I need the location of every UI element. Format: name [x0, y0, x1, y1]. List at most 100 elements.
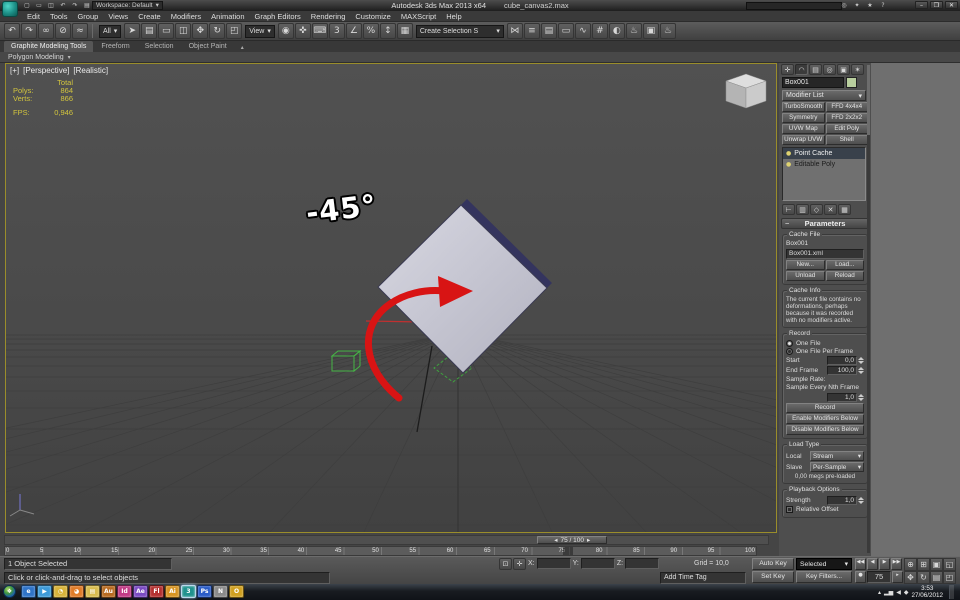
close-button[interactable]: ✕	[945, 1, 958, 9]
set-key-button[interactable]: Set Key	[752, 571, 794, 583]
menu-item[interactable]: Tools	[45, 11, 73, 22]
align-icon[interactable]: ≡	[523, 23, 540, 39]
orbit-icon[interactable]: ↻	[917, 571, 930, 584]
render-production-icon[interactable]: ♨	[659, 23, 676, 39]
tray-expand-icon[interactable]: ▴	[878, 589, 881, 596]
bind-to-space-warp-icon[interactable]: ≈	[72, 23, 88, 39]
local-dropdown[interactable]: Stream ▾	[810, 451, 864, 461]
taskbar-illustrator-icon[interactable]: Ai	[165, 585, 180, 598]
display-tab-icon[interactable]: ▣	[837, 64, 850, 75]
y-coordinate-field[interactable]	[580, 558, 615, 569]
named-selection-sets-dropdown[interactable]: Create Selection S ▾	[415, 24, 504, 38]
zoom-region-icon[interactable]: ◱	[943, 558, 956, 571]
window-crossing-icon[interactable]: ◫	[175, 23, 192, 39]
menu-item[interactable]: Customize	[350, 11, 395, 22]
go-to-end-icon[interactable]: ▶▶	[891, 558, 902, 570]
minimize-button[interactable]: –	[915, 1, 928, 9]
rectangular-selection-region-icon[interactable]: ▭	[158, 23, 175, 39]
search-icon[interactable]: ◎	[839, 1, 849, 10]
absolute-mode-toggle-icon[interactable]: ✛	[513, 558, 526, 570]
redo-icon[interactable]: ↷	[21, 23, 37, 39]
select-and-move-icon[interactable]: ✥	[192, 23, 209, 39]
taskbar-firefox-icon[interactable]: ◕	[69, 585, 84, 598]
ribbon-tab[interactable]: Freeform	[94, 41, 136, 52]
menu-item[interactable]: Group	[72, 11, 103, 22]
menu-item[interactable]: Edit	[22, 11, 45, 22]
tray-network-icon[interactable]: ▂▅	[884, 589, 893, 596]
curve-editor-icon[interactable]: ∿	[574, 23, 591, 39]
key-mode-toggle-icon[interactable]: ●	[855, 571, 866, 583]
zoom-icon[interactable]: ⊕	[904, 558, 917, 571]
taskbar-explorer-icon[interactable]: ▤	[85, 585, 100, 598]
select-by-name-icon[interactable]: ▤	[141, 23, 158, 39]
select-object-icon[interactable]: ➤	[124, 23, 141, 39]
maximize-viewport-icon[interactable]: ◰	[943, 571, 956, 584]
pan-icon[interactable]: ✥	[904, 571, 917, 584]
taskbar-internet-explorer-icon[interactable]: e	[21, 585, 36, 598]
graphite-toggle-icon[interactable]: ▭	[557, 23, 574, 39]
load-button[interactable]: Load...	[825, 260, 864, 270]
unload-button[interactable]: Unload	[786, 271, 825, 281]
3ds-max-logo-icon[interactable]	[2, 1, 18, 17]
material-editor-icon[interactable]: ◐	[608, 23, 625, 39]
record-button[interactable]: Record	[786, 403, 864, 413]
sample-field[interactable]: 1,0	[827, 393, 857, 402]
render-setup-icon[interactable]: ♨	[625, 23, 642, 39]
taskbar-media-player-icon[interactable]: ▶	[37, 585, 52, 598]
modifier-button[interactable]: UVW Map	[782, 124, 825, 134]
perspective-viewport[interactable]: [+] [Perspective] [Realistic] Total Poly…	[5, 63, 777, 533]
disable-modifiers-button[interactable]: Disable Modifiers Below	[786, 425, 864, 435]
modifier-list-dropdown[interactable]: Modifier List ▾	[782, 90, 866, 101]
ribbon-minimize-icon[interactable]: ▴	[241, 44, 244, 52]
select-and-manipulate-icon[interactable]: ✜	[294, 23, 311, 39]
create-tab-icon[interactable]: ✛	[781, 64, 794, 75]
one-file-radio[interactable]	[786, 340, 793, 347]
modify-tab-icon[interactable]: ◠	[795, 64, 808, 75]
taskbar-3ds-max-icon[interactable]: 3	[181, 585, 196, 598]
percent-snap-icon[interactable]: %	[362, 23, 379, 39]
rendered-frame-icon[interactable]: ▣	[642, 23, 659, 39]
ribbon-tab[interactable]: Selection	[138, 41, 181, 52]
cache-file-field[interactable]: Box001.xml	[786, 249, 864, 259]
relative-offset-checkbox[interactable]	[786, 506, 793, 513]
end-frame-spinner[interactable]	[858, 367, 864, 374]
x-coordinate-field[interactable]	[536, 558, 571, 569]
menu-item[interactable]: Views	[103, 11, 133, 22]
next-frame-icon[interactable]: ▸	[892, 571, 903, 583]
next-key-arrow-icon[interactable]: ▸	[587, 536, 590, 544]
new-scene-icon[interactable]: ▢	[22, 1, 32, 10]
field-of-view-icon[interactable]: ▤	[930, 571, 943, 584]
key-filters-button[interactable]: Key Filters...	[796, 571, 852, 583]
new-button[interactable]: New...	[786, 260, 825, 270]
show-desktop-button[interactable]	[949, 585, 954, 599]
end-frame-field[interactable]: 100,0	[827, 366, 857, 375]
polygon-modeling-panel-label[interactable]: Polygon Modeling	[8, 54, 64, 61]
selection-lock-toggle-icon[interactable]: ⊡	[499, 558, 512, 570]
undo-icon[interactable]: ↶	[4, 23, 20, 39]
modifier-stack-row[interactable]: ● Point Cache	[783, 148, 865, 159]
sample-spinner[interactable]	[858, 394, 864, 401]
communication-center-icon[interactable]: ✦	[852, 1, 862, 10]
schematic-view-icon[interactable]: #	[591, 23, 608, 39]
select-and-link-icon[interactable]: ∞	[38, 23, 54, 39]
previous-key-arrow-icon[interactable]: ◂	[554, 536, 557, 544]
play-icon[interactable]: ▶	[879, 558, 890, 570]
menu-item[interactable]: Help	[441, 11, 466, 22]
maximize-button[interactable]: ❒	[930, 1, 943, 9]
taskbar-flash-icon[interactable]: Fl	[149, 585, 164, 598]
menu-item[interactable]: MAXScript	[396, 11, 441, 22]
menu-item[interactable]: Rendering	[306, 11, 351, 22]
zoom-extents-icon[interactable]: ▣	[930, 558, 943, 571]
modifier-stack-row[interactable]: ● Editable Poly	[783, 159, 865, 170]
menu-item[interactable]: Create	[133, 11, 166, 22]
menu-item[interactable]: Animation	[206, 11, 249, 22]
modifier-button[interactable]: Edit Poly	[825, 124, 868, 134]
undo-icon[interactable]: ↶	[58, 1, 68, 10]
strength-spinner[interactable]	[858, 497, 864, 504]
ribbon-tab[interactable]: Object Paint	[182, 41, 234, 52]
current-frame-field[interactable]: 75	[867, 571, 891, 583]
select-and-scale-icon[interactable]: ◰	[226, 23, 243, 39]
viewport-canvas[interactable]	[6, 64, 776, 532]
viewport-pov-menu[interactable]: [Perspective]	[23, 66, 69, 75]
one-file-per-frame-radio[interactable]	[786, 348, 793, 355]
